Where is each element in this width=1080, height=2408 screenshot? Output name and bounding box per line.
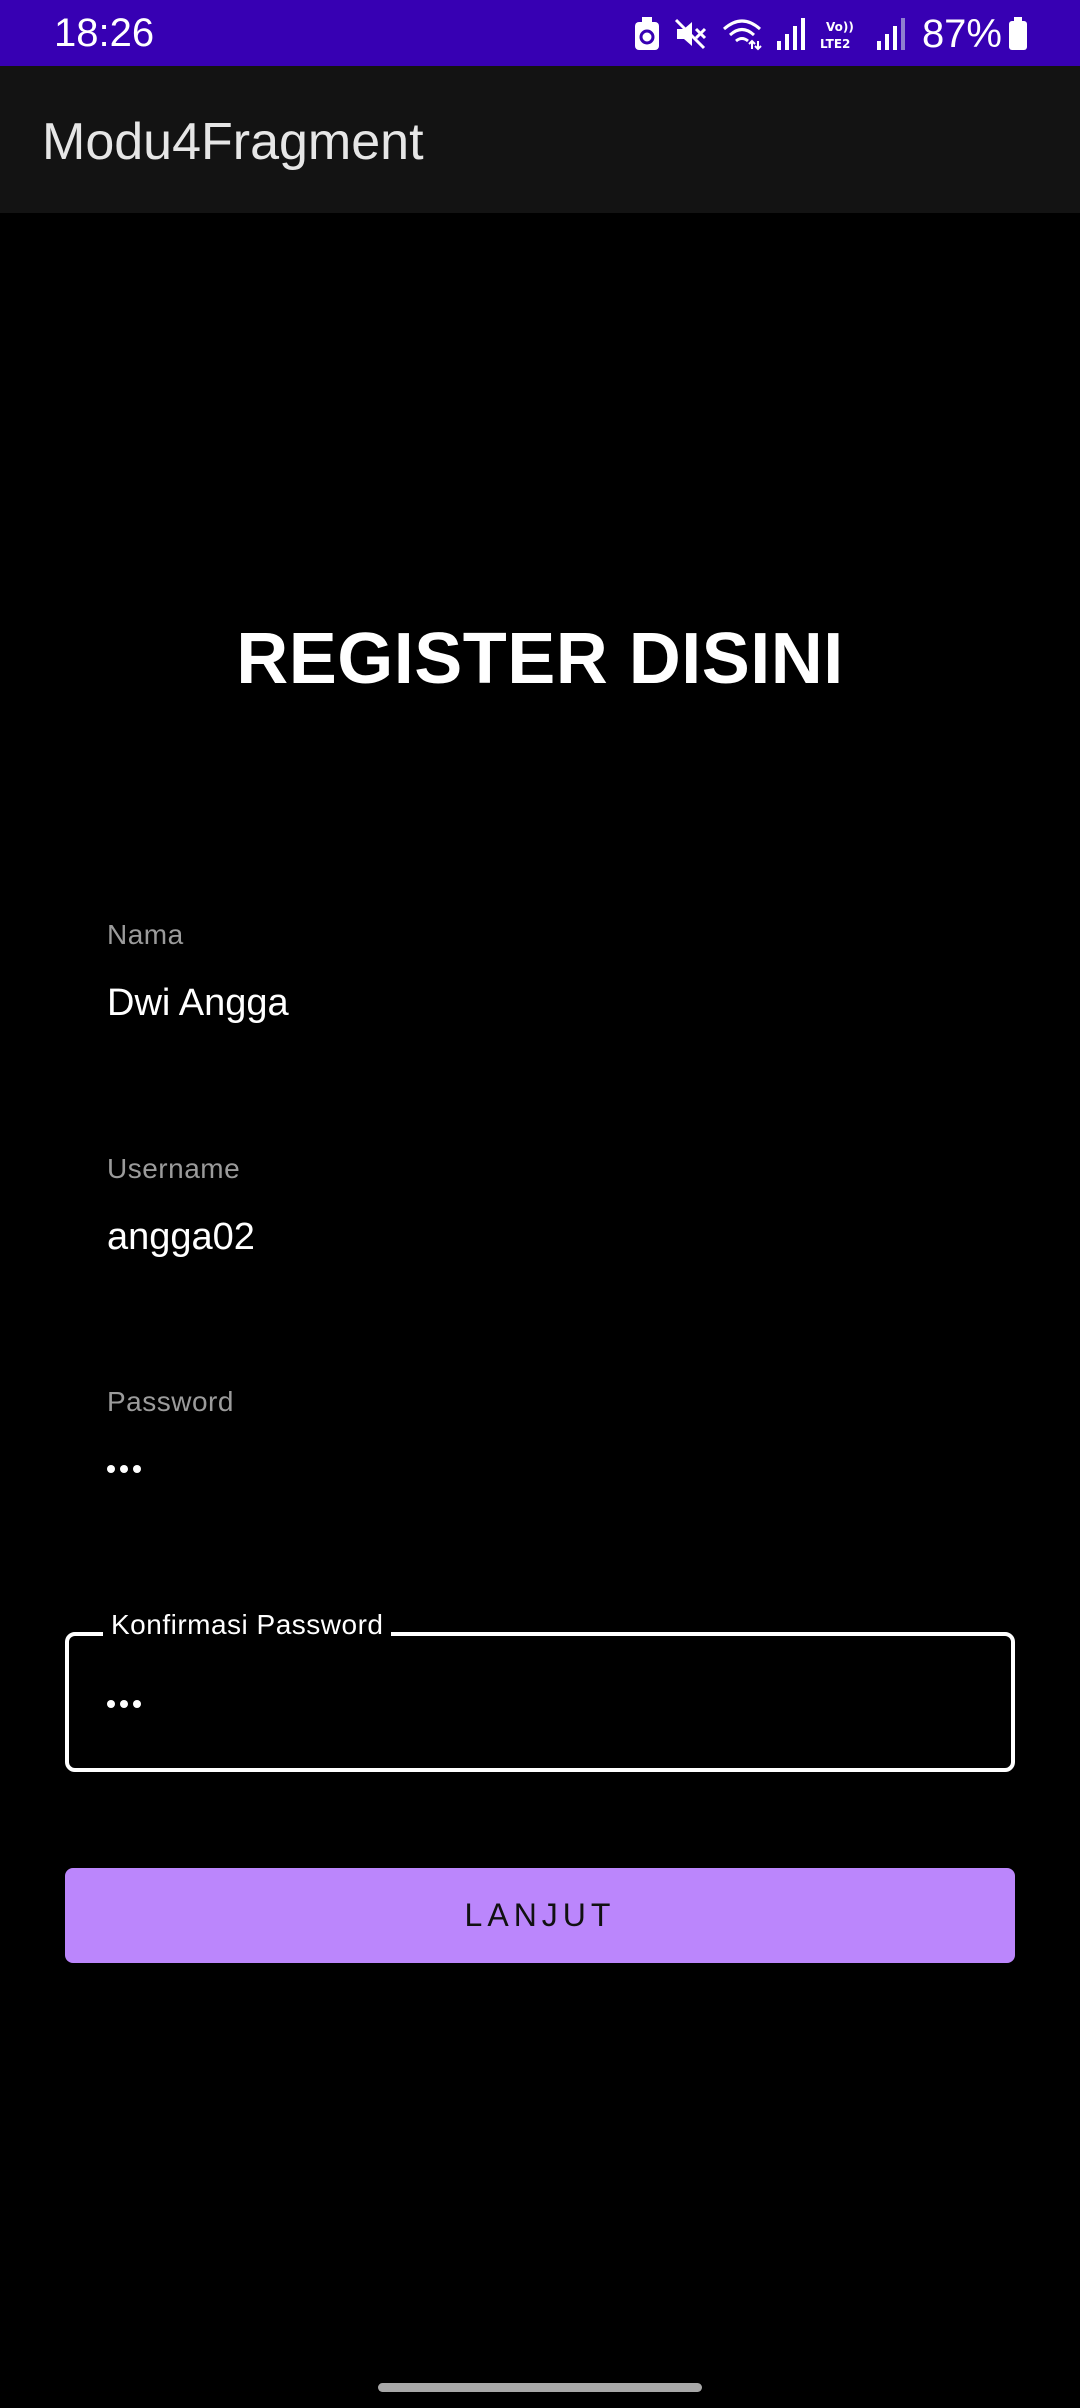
confirm-password-input[interactable]	[107, 1700, 146, 1708]
status-bar: 18:26 Vo)) LTE2 87%	[0, 0, 1080, 66]
usb-icon	[634, 17, 660, 51]
username-input[interactable]: angga02	[107, 1214, 255, 1260]
username-label: Username	[107, 1153, 241, 1184]
page-title: REGISTER DISINI	[236, 619, 844, 699]
password-label: Password	[107, 1386, 234, 1417]
nama-field[interactable]: Nama Dwi Angga	[65, 918, 1015, 1054]
svg-text:LTE2: LTE2	[820, 37, 850, 51]
password-input[interactable]	[107, 1465, 146, 1473]
nama-label: Nama	[107, 919, 184, 950]
battery-percent: 87%	[921, 12, 1002, 56]
battery-icon	[1008, 17, 1028, 51]
status-time: 18:26	[54, 11, 155, 55]
status-icons: Vo)) LTE2 87%	[620, 12, 1028, 56]
svg-text:Vo)): Vo))	[826, 20, 854, 34]
confirm-password-field[interactable]: Konfirmasi Password	[65, 1608, 1015, 1772]
volte-lte2-icon: Vo)) LTE2	[820, 17, 862, 51]
mute-icon	[674, 17, 708, 51]
password-field[interactable]: Password	[65, 1385, 1015, 1521]
app-title: Modu4Fragment	[42, 113, 424, 171]
username-field[interactable]: Username angga02	[65, 1152, 1015, 1288]
signal-icon	[776, 17, 806, 51]
app-bar: Modu4Fragment	[0, 66, 1080, 213]
nama-input[interactable]: Dwi Angga	[107, 980, 289, 1026]
wifi-icon	[722, 17, 762, 51]
lanjut-button[interactable]: LANJUT	[65, 1868, 1015, 1963]
confirm-password-label: Konfirmasi Password	[103, 1608, 392, 1642]
home-indicator[interactable]	[378, 2383, 702, 2392]
signal-icon	[876, 17, 906, 51]
